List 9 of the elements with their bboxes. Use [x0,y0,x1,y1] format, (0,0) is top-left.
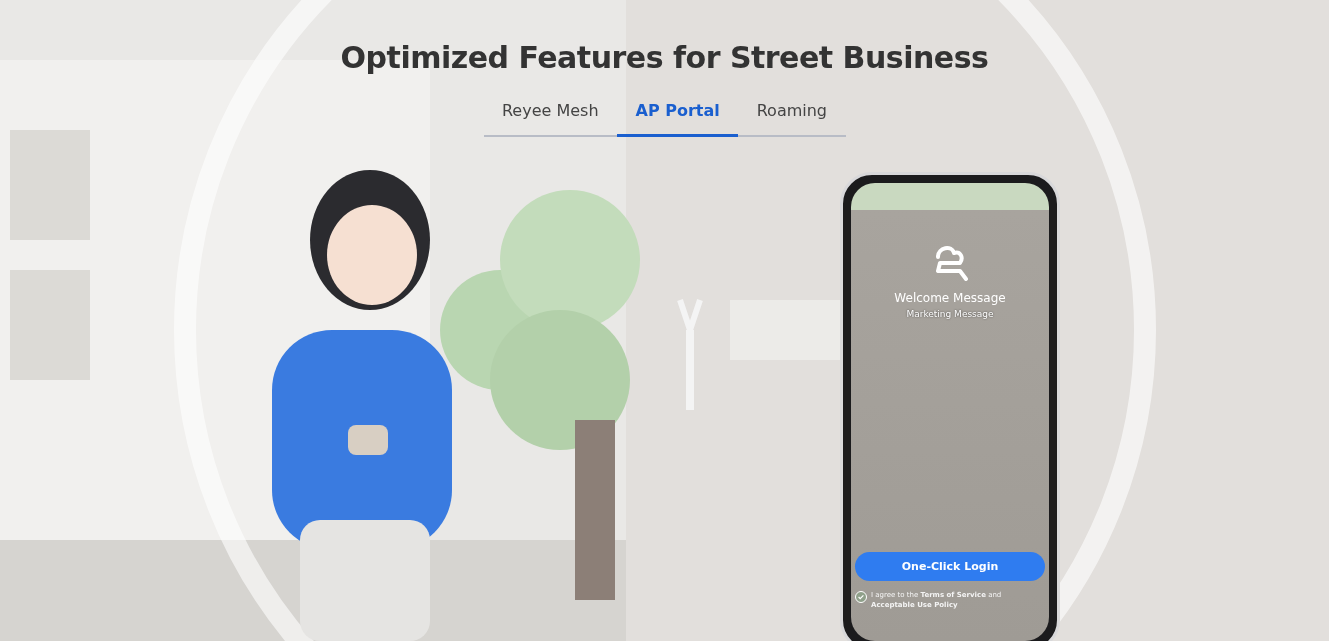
check-icon [857,593,865,602]
section-heading: Optimized Features for Street Business [340,40,989,75]
tab[interactable]: AP Portal [617,97,739,137]
marketing-text: Marketing Message [906,309,994,319]
tab[interactable]: Roaming [738,97,846,137]
welcome-text: Welcome Message [894,291,1006,305]
tab[interactable]: Reyee Mesh [483,97,618,137]
login-button[interactable]: One-Click Login [855,552,1045,582]
agree-checkbox[interactable] [855,591,867,604]
